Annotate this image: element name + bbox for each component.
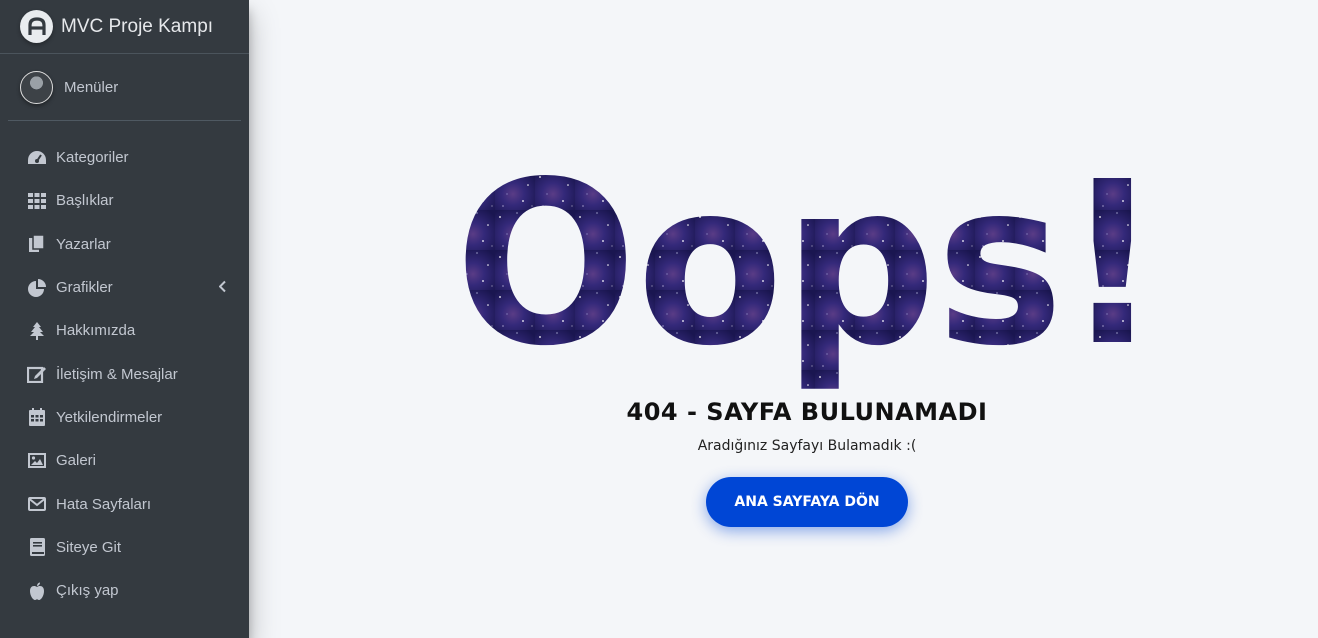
avatar [20, 70, 53, 104]
sidebar-item-kategoriler[interactable]: Kategoriler [0, 136, 249, 179]
oops-headline-text: Oops! [455, 170, 1161, 390]
user-panel[interactable]: Menüler [8, 54, 241, 121]
user-name: Menüler [64, 78, 119, 96]
sidebar-item-label: Yazarlar [56, 235, 111, 253]
sidebar-item-label: Siteye Git [56, 538, 122, 556]
pie-chart-icon [27, 278, 47, 297]
tree-icon [27, 321, 47, 340]
calendar-icon [27, 408, 47, 427]
sidebar-item-cikis[interactable]: Çıkış yap [0, 569, 249, 612]
sidebar-item-iletisim[interactable]: İletişim & Mesajlar [0, 352, 249, 395]
image-icon [27, 452, 47, 470]
sidebar-item-label: Hakkımızda [56, 322, 136, 340]
envelope-icon [27, 495, 47, 513]
sidebar-item-grafikler[interactable]: Grafikler [0, 266, 249, 309]
sidebar-item-hata-sayfalari[interactable]: Hata Sayfaları [0, 482, 249, 525]
apple-icon [27, 582, 47, 600]
main-content: Oops! 404 - SAYFA BULUNAMADI Aradığınız … [249, 0, 1318, 638]
sidebar-item-label: Galeri [56, 452, 97, 470]
sidebar-item-label: Kategoriler [56, 149, 129, 167]
copy-icon [27, 235, 47, 253]
sidebar-item-label: İletişim & Mesajlar [56, 365, 178, 383]
grid-icon [27, 192, 47, 210]
sidebar-nav: Kategoriler Başlıklar Yazarlar Grafikler [0, 121, 249, 612]
brand-title: MVC Proje Kampı [61, 15, 214, 37]
sidebar-item-label: Grafikler [56, 279, 113, 297]
book-icon [27, 538, 47, 557]
brand-link[interactable]: MVC Proje Kampı [0, 0, 249, 54]
brand-logo-icon [20, 10, 53, 43]
sidebar-item-siteye-git[interactable]: Siteye Git [0, 526, 249, 569]
sidebar-item-hakkimizda[interactable]: Hakkımızda [0, 309, 249, 352]
sidebar-item-galeri[interactable]: Galeri [0, 439, 249, 482]
sidebar-item-label: Hata Sayfaları [56, 495, 152, 513]
sidebar-item-basliklar[interactable]: Başlıklar [0, 179, 249, 222]
sidebar-item-label: Yetkilendirmeler [56, 408, 163, 426]
dashboard-icon [27, 149, 47, 167]
sidebar-item-label: Başlıklar [56, 192, 114, 210]
edit-icon [27, 365, 47, 384]
sidebar-item-label: Çıkış yap [56, 582, 119, 600]
back-home-button[interactable]: ANA SAYFAYA DÖN [706, 477, 908, 527]
error-description: Aradığınız Sayfayı Bulamadık :( [697, 438, 917, 454]
sidebar-item-yetkilendirmeler[interactable]: Yetkilendirmeler [0, 396, 249, 439]
oops-headline: Oops! [455, 170, 1161, 390]
sidebar: MVC Proje Kampı Menüler Kategoriler Başl… [0, 0, 249, 638]
chevron-left-icon [218, 279, 227, 296]
sidebar-item-yazarlar[interactable]: Yazarlar [0, 223, 249, 266]
error-title: 404 - SAYFA BULUNAMADI [626, 398, 988, 426]
